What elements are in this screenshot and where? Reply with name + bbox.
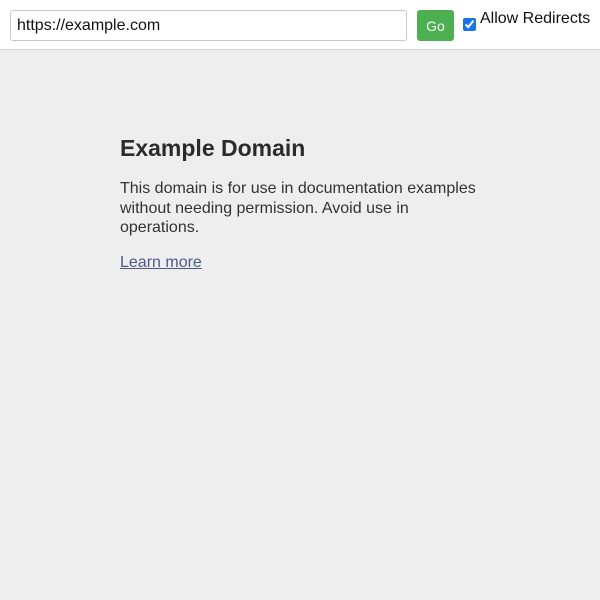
go-button[interactable]: Go — [417, 10, 454, 41]
page-content: Example Domain This domain is for use in… — [120, 133, 490, 273]
page-title: Example Domain — [120, 135, 306, 161]
browser-toolbar: Go Allow Redirects — [0, 0, 600, 50]
allow-redirects-label[interactable]: Allow Redirects — [480, 10, 590, 28]
learn-more-link[interactable]: Learn more — [120, 253, 202, 273]
page-description: This domain is for use in documentation … — [120, 180, 476, 236]
url-input[interactable] — [10, 10, 407, 41]
allow-redirects-checkbox[interactable] — [463, 18, 476, 31]
